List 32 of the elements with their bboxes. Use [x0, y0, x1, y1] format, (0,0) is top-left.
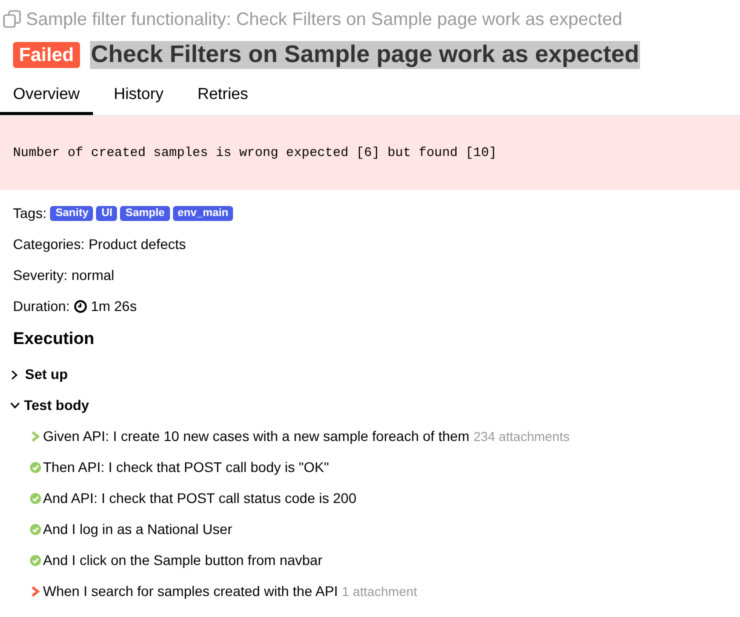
test-title: Check Filters on Sample page work as expected: [90, 41, 640, 69]
step-title[interactable]: When I search for samples created with the API: [43, 581, 338, 602]
step-title[interactable]: Given API: I create 10 new cases with a new sample foreach of them: [43, 426, 470, 447]
field-label: Severity:: [13, 266, 68, 285]
field-label: Categories:: [13, 235, 85, 254]
status-badge: Failed: [13, 42, 80, 68]
chevron-right-icon[interactable]: [11, 370, 18, 380]
section-label[interactable]: Test body: [24, 395, 90, 416]
error-message: Number of created samples is wrong expected [6] but found [10]: [0, 116, 740, 190]
tag: Sample: [120, 206, 170, 221]
tag: Sanity: [50, 206, 94, 221]
section-label[interactable]: Set up: [25, 364, 68, 385]
tab[interactable]: History: [100, 72, 176, 115]
tag: env_main: [172, 206, 234, 221]
clock-icon: [74, 300, 87, 313]
step-title[interactable]: Then API: I check that POST call body is "OK": [43, 457, 329, 478]
tag: UI: [96, 206, 118, 221]
chevron-down-icon[interactable]: [10, 402, 20, 409]
field-value: Product defects: [88, 235, 186, 254]
field-value: 1m 26s: [90, 297, 137, 316]
field-label: Duration:: [13, 297, 70, 316]
copy-icon[interactable]: [3, 10, 21, 28]
tags-label: Tags:: [13, 204, 46, 223]
step-title[interactable]: And API: I check that POST call status code is 200: [43, 488, 356, 509]
tab[interactable]: Retries: [184, 72, 262, 115]
suite-title: Sample filter functionality: Check Filters on Sample page work as expected: [26, 8, 622, 30]
step-title[interactable]: And I click on the Sample button from navbar: [43, 550, 322, 571]
field-value: normal: [71, 266, 114, 285]
step-title[interactable]: And I log in as a National User: [43, 519, 232, 540]
attachment-count: 234 attachments: [473, 428, 570, 446]
section-heading: Execution: [12, 328, 96, 350]
attachment-count: 1 attachment: [342, 582, 418, 601]
